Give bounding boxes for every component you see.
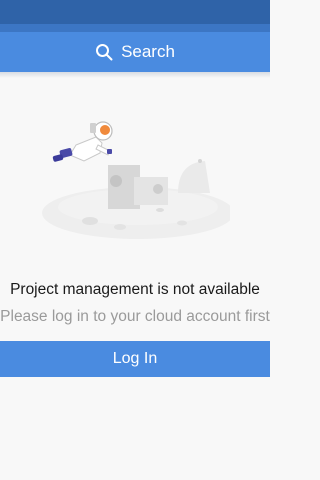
empty-state-title: Project management is not available xyxy=(10,281,260,298)
empty-state-subtitle: Please log in to your cloud account firs… xyxy=(0,308,270,325)
astronaut-moon-illustration xyxy=(42,121,230,239)
search-icon xyxy=(96,44,113,61)
search-bar-shadow xyxy=(0,72,270,78)
app-bar-strip xyxy=(0,24,270,32)
search-bar[interactable]: Search xyxy=(0,32,270,72)
login-button[interactable]: Log In xyxy=(0,341,270,377)
search-label: Search xyxy=(121,42,175,61)
status-bar xyxy=(0,0,270,24)
login-button-label: Log In xyxy=(112,350,158,367)
